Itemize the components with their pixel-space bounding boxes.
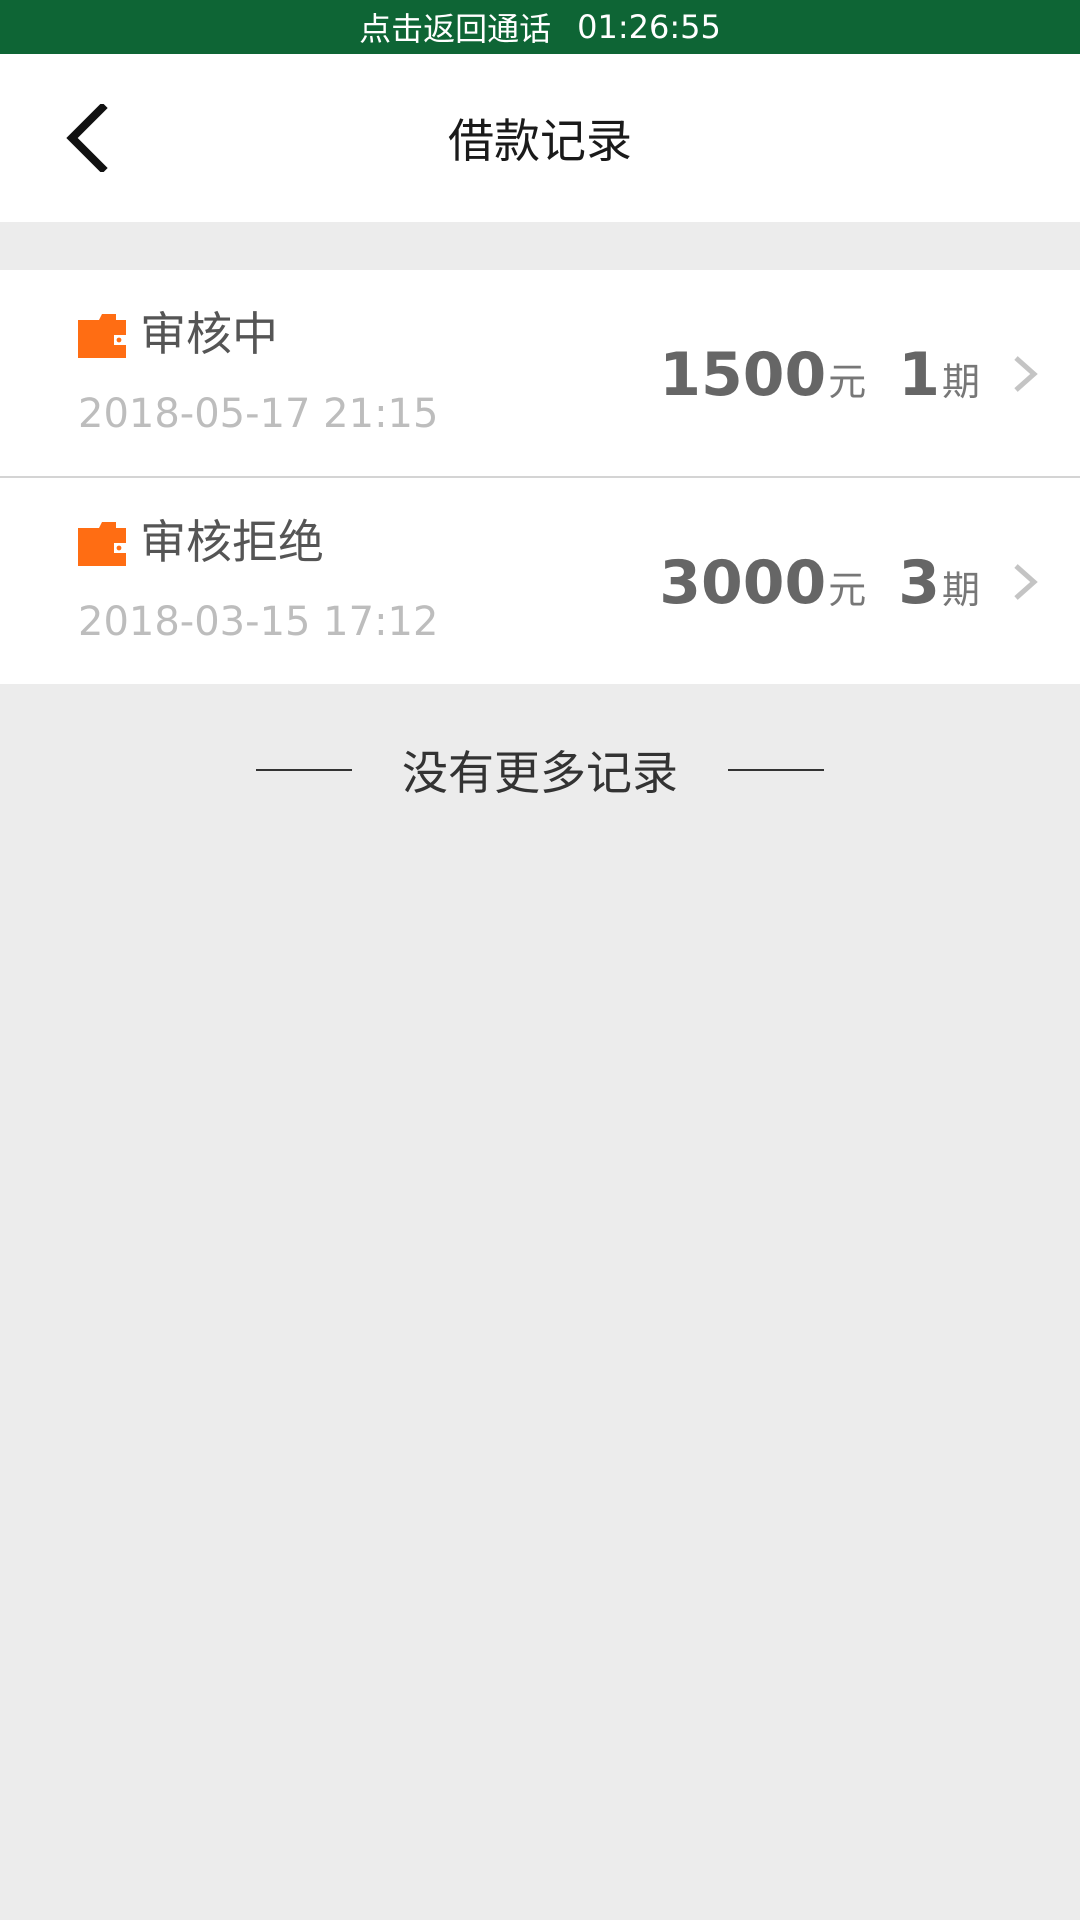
amount-unit: 元 <box>828 360 867 404</box>
record-amount-term: 3000 元 3 期 <box>659 548 980 618</box>
chevron-left-icon <box>66 104 108 172</box>
record-date: 2018-05-17 21:15 <box>78 391 439 437</box>
record-amount-term: 1500 元 1 期 <box>659 340 980 410</box>
page-title: 借款记录 <box>448 114 632 168</box>
amount-unit: 元 <box>828 568 867 612</box>
no-more-records: 没有更多记录 <box>0 740 1080 800</box>
record-status: 审核中 <box>140 307 278 361</box>
record-status: 审核拒绝 <box>140 515 324 569</box>
chevron-right-icon <box>1014 564 1038 600</box>
divider-left <box>256 769 352 771</box>
chevron-right-icon <box>1014 356 1038 392</box>
loan-amount: 3000 <box>659 548 827 618</box>
term-unit: 期 <box>941 360 980 404</box>
return-to-call-bar[interactable]: 点击返回通话 01:26:55 <box>0 0 1080 54</box>
loan-term: 1 <box>898 340 940 410</box>
call-timer: 01:26:55 <box>577 8 721 46</box>
divider-right <box>728 769 824 771</box>
no-more-records-label: 没有更多记录 <box>402 746 678 800</box>
back-button[interactable] <box>44 96 128 180</box>
wallet-icon <box>78 314 126 358</box>
term-unit: 期 <box>941 568 980 612</box>
loan-term: 3 <box>898 548 940 618</box>
loan-record-item[interactable]: 审核拒绝 2018-03-15 17:12 3000 元 3 期 <box>0 476 1080 684</box>
return-to-call-label: 点击返回通话 <box>359 10 552 48</box>
loan-record-list: 审核中 2018-05-17 21:15 1500 元 1 期 审核拒绝 201… <box>0 270 1080 684</box>
loan-record-item[interactable]: 审核中 2018-05-17 21:15 1500 元 1 期 <box>0 270 1080 476</box>
wallet-icon <box>78 522 126 566</box>
loan-amount: 1500 <box>659 340 827 410</box>
record-date: 2018-03-15 17:12 <box>78 599 439 645</box>
navigation-bar: 借款记录 <box>0 54 1080 222</box>
